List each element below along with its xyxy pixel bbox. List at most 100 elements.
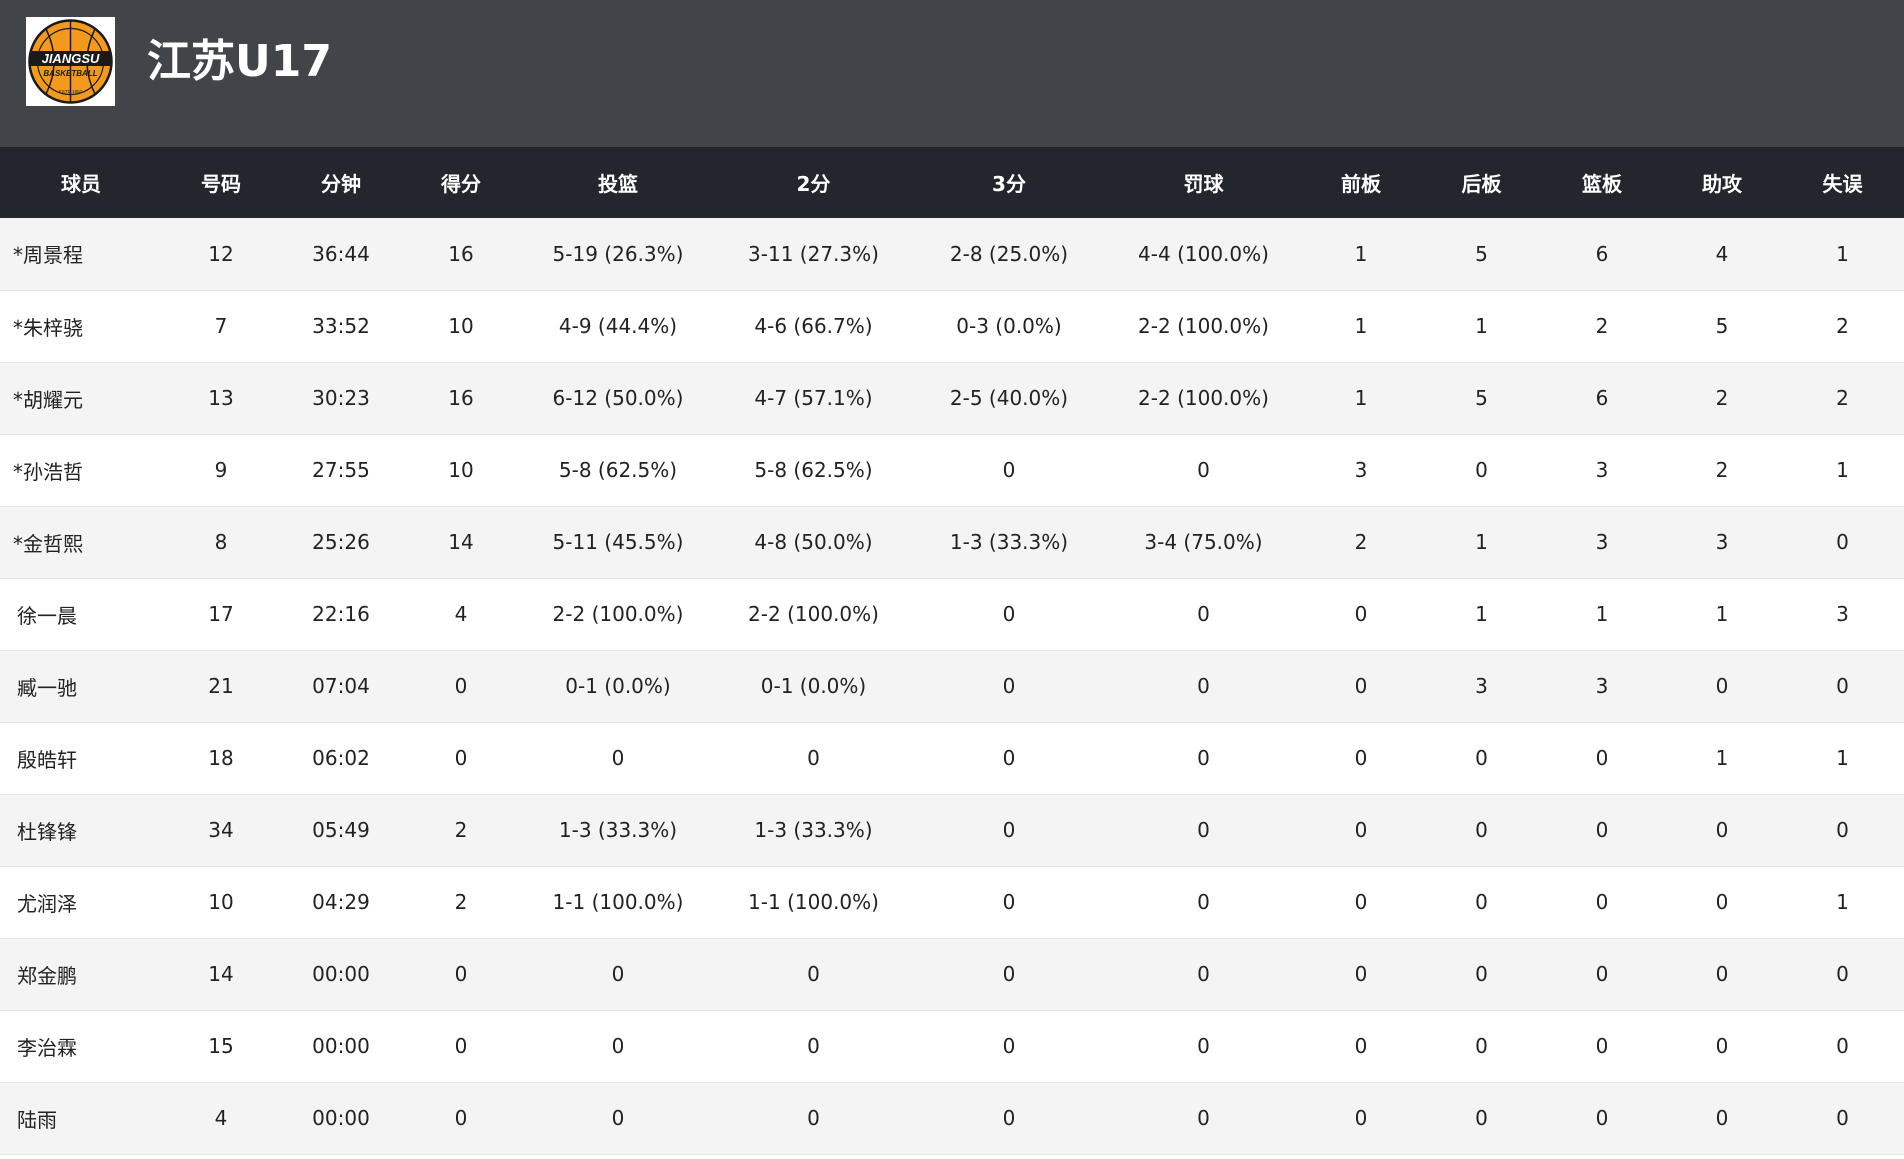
column-header-three-pt: 3分 bbox=[992, 172, 1026, 196]
column-header-ft: 罚球 bbox=[1183, 172, 1224, 196]
cell-tov: 1 bbox=[1781, 866, 1904, 939]
cell-two-pt: 4-8 (50.0%) bbox=[716, 506, 911, 579]
team-logo: JIANGSU BASKETBALL ESTD 1957 bbox=[26, 17, 115, 106]
logo-text-bottom: BASKETBALL bbox=[43, 69, 97, 78]
cell-player: 徐一晨 bbox=[0, 578, 162, 651]
cell-off-reb: 0 bbox=[1300, 938, 1422, 1011]
cell-two-pt: 0 bbox=[716, 1010, 911, 1083]
cell-fg: 1-1 (100.0%) bbox=[520, 866, 716, 939]
logo-text-top: JIANGSU bbox=[42, 51, 100, 66]
cell-reb: 0 bbox=[1541, 1082, 1663, 1155]
column-header-number: 号码 bbox=[201, 172, 241, 196]
cell-player: 臧一驰 bbox=[0, 650, 162, 723]
cell-fg: 4-9 (44.4%) bbox=[520, 290, 716, 363]
cell-three-pt: 0 bbox=[911, 794, 1107, 867]
cell-ft: 0 bbox=[1107, 578, 1300, 651]
cell-def-reb: 0 bbox=[1422, 1010, 1541, 1083]
cell-minutes: 00:00 bbox=[280, 938, 402, 1011]
cell-tov: 2 bbox=[1781, 362, 1904, 435]
cell-ast: 0 bbox=[1663, 794, 1781, 867]
logo-text-est: ESTD 1957 bbox=[59, 89, 83, 94]
cell-ast: 0 bbox=[1663, 1082, 1781, 1155]
column-header-ast: 助攻 bbox=[1702, 172, 1742, 196]
cell-ft: 0 bbox=[1107, 1082, 1300, 1155]
cell-three-pt: 0 bbox=[911, 866, 1107, 939]
cell-reb: 0 bbox=[1541, 722, 1663, 795]
cell-fg: 5-11 (45.5%) bbox=[520, 506, 716, 579]
cell-fg: 0 bbox=[520, 722, 716, 795]
cell-off-reb: 3 bbox=[1300, 434, 1422, 507]
cell-points: 16 bbox=[402, 362, 520, 435]
cell-off-reb: 1 bbox=[1300, 290, 1422, 363]
cell-ft: 3-4 (75.0%) bbox=[1107, 506, 1300, 579]
cell-reb: 3 bbox=[1541, 434, 1663, 507]
team-header: JIANGSU BASKETBALL ESTD 1957 江苏U17 bbox=[0, 0, 1904, 147]
cell-reb: 0 bbox=[1541, 938, 1663, 1011]
cell-player: *胡耀元 bbox=[0, 362, 162, 435]
cell-number: 21 bbox=[162, 650, 280, 723]
cell-ast: 1 bbox=[1663, 578, 1781, 651]
cell-player: 殷皓轩 bbox=[0, 722, 162, 795]
cell-points: 0 bbox=[402, 1082, 520, 1155]
cell-two-pt: 1-3 (33.3%) bbox=[716, 794, 911, 867]
cell-ft: 4-4 (100.0%) bbox=[1107, 218, 1300, 291]
cell-off-reb: 0 bbox=[1300, 722, 1422, 795]
cell-reb: 3 bbox=[1541, 650, 1663, 723]
cell-minutes: 22:16 bbox=[280, 578, 402, 651]
cell-three-pt: 1-3 (33.3%) bbox=[911, 506, 1107, 579]
cell-ast: 3 bbox=[1663, 506, 1781, 579]
cell-minutes: 25:26 bbox=[280, 506, 402, 579]
cell-two-pt: 0 bbox=[716, 1082, 911, 1155]
cell-three-pt: 2-8 (25.0%) bbox=[911, 218, 1107, 291]
cell-ft: 0 bbox=[1107, 1010, 1300, 1083]
cell-points: 2 bbox=[402, 794, 520, 867]
column-header-def-reb: 后板 bbox=[1461, 172, 1502, 196]
cell-def-reb: 0 bbox=[1422, 866, 1541, 939]
cell-reb: 0 bbox=[1541, 866, 1663, 939]
table-row: 杜锋锋 34 05:49 2 1-3 (33.3%) 1-3 (33.3%) 0 0 0 0 0 0 0 bbox=[0, 794, 1904, 867]
cell-two-pt: 3-11 (27.3%) bbox=[716, 218, 911, 291]
cell-three-pt: 0 bbox=[911, 1082, 1107, 1155]
cell-def-reb: 1 bbox=[1422, 506, 1541, 579]
cell-points: 10 bbox=[402, 434, 520, 507]
cell-def-reb: 0 bbox=[1422, 938, 1541, 1011]
cell-minutes: 30:23 bbox=[280, 362, 402, 435]
cell-fg: 5-8 (62.5%) bbox=[520, 434, 716, 507]
cell-number: 10 bbox=[162, 866, 280, 939]
cell-points: 0 bbox=[402, 938, 520, 1011]
column-header-two-pt: 2分 bbox=[796, 172, 831, 196]
cell-points: 4 bbox=[402, 578, 520, 651]
player-stats-table: 球员 号码 分钟 得分 投篮 2分 3分 罚球 前板 后板 篮板 助攻 失误 *周景程 12 36:44 16… bbox=[0, 147, 1904, 1155]
column-header-points: 得分 bbox=[441, 172, 481, 196]
cell-reb: 1 bbox=[1541, 578, 1663, 651]
cell-ast: 5 bbox=[1663, 290, 1781, 363]
cell-three-pt: 0 bbox=[911, 1010, 1107, 1083]
column-header-off-reb: 前板 bbox=[1341, 172, 1381, 196]
table-row: 尤润泽 10 04:29 2 1-1 (100.0%) 1-1 (100.0%) 0 0 0 0 0… bbox=[0, 866, 1904, 939]
cell-three-pt: 0 bbox=[911, 578, 1107, 651]
cell-three-pt: 0 bbox=[911, 722, 1107, 795]
cell-minutes: 00:00 bbox=[280, 1010, 402, 1083]
cell-ft: 0 bbox=[1107, 866, 1300, 939]
cell-tov: 0 bbox=[1781, 1010, 1904, 1083]
cell-reb: 0 bbox=[1541, 794, 1663, 867]
cell-player: 郑金鹏 bbox=[0, 938, 162, 1011]
cell-points: 2 bbox=[402, 866, 520, 939]
cell-fg: 0 bbox=[520, 1010, 716, 1083]
cell-off-reb: 0 bbox=[1300, 1082, 1422, 1155]
cell-reb: 3 bbox=[1541, 506, 1663, 579]
column-header-fg: 投篮 bbox=[598, 172, 638, 196]
cell-ast: 4 bbox=[1663, 218, 1781, 291]
cell-minutes: 05:49 bbox=[280, 794, 402, 867]
cell-def-reb: 5 bbox=[1422, 218, 1541, 291]
column-header-player: 球员 bbox=[61, 172, 101, 196]
cell-number: 12 bbox=[162, 218, 280, 291]
cell-player: 李治霖 bbox=[0, 1010, 162, 1083]
cell-ft: 0 bbox=[1107, 650, 1300, 723]
cell-off-reb: 1 bbox=[1300, 218, 1422, 291]
cell-minutes: 06:02 bbox=[280, 722, 402, 795]
cell-ast: 0 bbox=[1663, 1010, 1781, 1083]
cell-three-pt: 0-3 (0.0%) bbox=[911, 290, 1107, 363]
cell-points: 10 bbox=[402, 290, 520, 363]
cell-def-reb: 0 bbox=[1422, 794, 1541, 867]
